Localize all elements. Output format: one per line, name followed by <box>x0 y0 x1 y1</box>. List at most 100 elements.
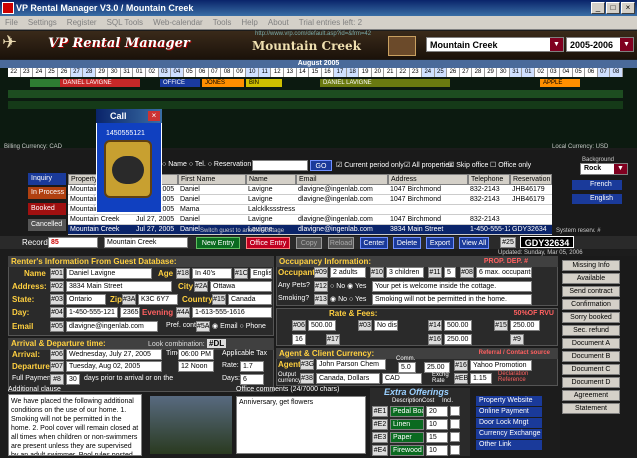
minimize-icon[interactable]: _ <box>591 2 605 14</box>
calendar-day[interactable]: 26 <box>447 68 460 77</box>
table-row[interactable]: Mountain CreekJul 27, 2005DanielLavigned… <box>68 225 552 235</box>
security-deposit[interactable]: 250.00 <box>444 334 472 345</box>
tab-cancelled[interactable]: Cancelled <box>28 219 66 231</box>
calendar-day[interactable]: 31 <box>509 68 523 77</box>
calendar-day[interactable]: 15 <box>309 68 322 77</box>
calendar-day[interactable]: 02 <box>146 68 159 77</box>
filter-name[interactable]: ○ Name ○ Tel. ○ Reservation <box>162 161 251 168</box>
extra-included-checkbox[interactable] <box>450 406 460 416</box>
calendar-day[interactable]: 23 <box>409 68 423 77</box>
calendar-day[interactable]: 23 <box>20 68 34 77</box>
calendar-day[interactable]: 07 <box>597 68 611 77</box>
menu-sql-tools[interactable]: SQL Tools <box>102 16 148 30</box>
arrival-time[interactable]: 06:00 PM <box>178 349 214 360</box>
search-input[interactable] <box>252 160 308 171</box>
calendar-day[interactable]: 05 <box>183 68 197 77</box>
filter-all-properties[interactable]: ☑ All properties <box>404 161 453 169</box>
calendar-day[interactable]: 11 <box>258 68 272 77</box>
calendar-day[interactable]: 28 <box>83 68 96 77</box>
go-button[interactable]: GO <box>310 160 332 171</box>
city-input[interactable]: Ottawa <box>210 281 272 292</box>
pets-radio[interactable]: ○ No ◉ Yes <box>330 282 366 290</box>
zip-input[interactable]: K3C 6Y7 <box>138 294 178 305</box>
state-input[interactable]: Ontario <box>66 294 106 305</box>
doc-button[interactable]: Agreement <box>562 390 620 401</box>
extra-item[interactable]: #E1 Pedal Boat 20 <box>372 406 468 417</box>
departure-date[interactable]: Tuesday, Aug 02, 2005 <box>66 361 162 372</box>
calendar-day[interactable]: 03 <box>547 68 561 77</box>
booking-bar[interactable]: DANIEL LAVIGNE <box>320 79 450 87</box>
doc-button[interactable]: Sorry booked <box>562 312 620 323</box>
external-link[interactable]: Currency Exchange <box>476 429 542 439</box>
doc-button[interactable]: Confirmation <box>562 299 620 310</box>
calendar-day[interactable]: 22 <box>396 68 410 77</box>
doc-button[interactable]: Sec. refund <box>562 325 620 336</box>
filter-current-only[interactable]: ☑ Current period only <box>336 161 404 169</box>
booking-bar[interactable]: DANIEL LAVIGNE <box>60 79 140 87</box>
calendar-day[interactable]: 08 <box>221 68 234 77</box>
day-phone-input[interactable]: 1-450-555-121 <box>66 307 118 318</box>
doc-button[interactable]: Document C <box>562 364 620 375</box>
calendar-day[interactable]: 07 <box>208 68 222 77</box>
calendar-day[interactable]: 26 <box>58 68 71 77</box>
cleaning-fee[interactable]: 16 <box>292 334 306 345</box>
doc-button[interactable]: Document A <box>562 338 620 349</box>
extra-item[interactable]: #E2 Linen 10 <box>372 419 468 430</box>
extra-included-checkbox[interactable] <box>450 432 460 442</box>
deposit[interactable]: 250.00 <box>510 320 540 331</box>
tab-in-process[interactable]: In Process <box>28 187 66 199</box>
gross-rate[interactable]: 500.00 <box>308 320 336 331</box>
delete-button[interactable]: Delete <box>393 237 421 249</box>
calendar-day[interactable]: 18 <box>346 68 360 77</box>
menu-about[interactable]: About <box>263 16 294 30</box>
calendar-day[interactable]: 16 <box>321 68 335 77</box>
booking-bar[interactable]: JONES <box>202 79 244 87</box>
calendar-day[interactable]: 04 <box>171 68 184 77</box>
pref-contact-radio[interactable]: ◉ Email ○ Phone <box>212 322 266 330</box>
net-rent[interactable]: 500.00 <box>444 320 472 331</box>
lang-english[interactable]: English <box>572 194 622 204</box>
tab-inquiry[interactable]: Inquiry <box>28 173 66 185</box>
extra-included-checkbox[interactable] <box>450 419 460 429</box>
reload-button[interactable]: Reload <box>328 237 354 249</box>
doc-button[interactable]: Statement <box>562 403 620 414</box>
copy-button[interactable]: Copy <box>296 237 322 249</box>
new-entry-button[interactable]: New Entry <box>196 237 240 249</box>
lang-french[interactable]: French <box>572 180 622 190</box>
calendar-day[interactable]: 13 <box>284 68 297 77</box>
view-all-button[interactable]: View All <box>459 237 489 249</box>
menu-help[interactable]: Help <box>236 16 262 30</box>
office-entry-button[interactable]: Office Entry <box>246 237 290 249</box>
calendar-day[interactable]: 01 <box>522 68 535 77</box>
children-select[interactable]: 3 children <box>386 267 424 278</box>
menu-web-calendar[interactable]: Web-calendar <box>148 16 208 30</box>
background-select[interactable]: Rock ▼ <box>580 163 628 175</box>
calendar-day[interactable]: 19 <box>359 68 372 77</box>
doc-button[interactable]: Document D <box>562 377 620 388</box>
departure-time[interactable]: 12 Noon <box>178 361 214 372</box>
calendar-day[interactable]: 06 <box>196 68 209 77</box>
extra-item[interactable]: #E4 Firewood 10 <box>372 445 468 456</box>
country-input[interactable]: Canada <box>228 294 272 305</box>
doc-button[interactable]: Available <box>562 273 620 284</box>
close-icon[interactable]: × <box>621 2 635 14</box>
calendar-day[interactable]: 30 <box>108 68 121 77</box>
calendar-day[interactable]: 10 <box>246 68 259 77</box>
calendar-day[interactable]: 29 <box>95 68 109 77</box>
agent-select[interactable]: John Parson Chem <box>316 359 386 370</box>
booking-bar[interactable]: APPLE <box>540 79 580 87</box>
smoking-radio[interactable]: ◉ No ○ Yes <box>330 295 366 303</box>
record-number[interactable]: 85 <box>48 237 98 248</box>
extra-included-checkbox[interactable] <box>450 445 460 455</box>
filter-skip-office[interactable]: ☑ Skip office <box>448 161 488 169</box>
calendar-day[interactable]: 06 <box>585 68 598 77</box>
evening-phone-input[interactable]: 1-613-555-1616 <box>192 307 272 318</box>
calendar-day[interactable]: 14 <box>296 68 310 77</box>
calendar-day[interactable]: 31 <box>120 68 134 77</box>
language-select[interactable]: English <box>250 268 272 279</box>
tax-rate[interactable]: 1.7 <box>240 361 264 372</box>
address-input[interactable]: 3834 Main Street <box>66 281 172 292</box>
output-country[interactable]: Canada, Dollars <box>316 373 380 384</box>
calendar-day[interactable]: 01 <box>133 68 147 77</box>
calendar-day[interactable]: 27 <box>459 68 473 77</box>
